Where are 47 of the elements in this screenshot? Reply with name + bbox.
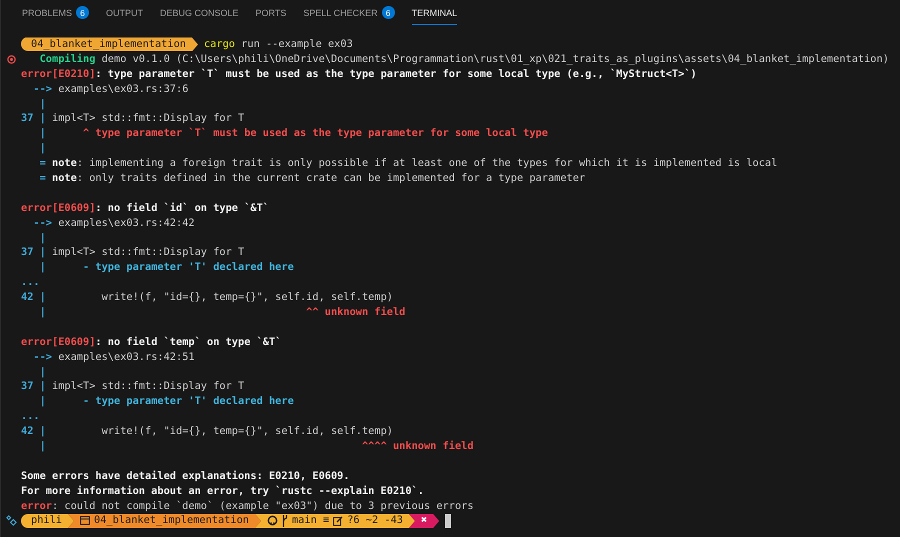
terminal-line: Some errors have detailed explanations: E0210, E0609. xyxy=(21,468,350,484)
branch-icon xyxy=(282,514,288,527)
terminal-line: = note: implementing a foreign trait is only possible if at least one of the types for which it is implemented is local xyxy=(38,156,778,172)
folder-icon xyxy=(80,516,90,526)
text-cursor xyxy=(445,514,452,528)
count-badge: 6 xyxy=(382,6,395,19)
branch-name: main ≡ xyxy=(292,513,330,528)
terminal-line: --> examples\ex03.rs:42:42 xyxy=(32,216,195,231)
terminal-line: | - type parameter 'T' declared here xyxy=(38,394,294,410)
panel-tab[interactable]: DEBUG CONSOLE xyxy=(160,0,239,25)
terminal-line: ... xyxy=(21,409,40,424)
panel-tab[interactable]: PORTS xyxy=(256,0,286,25)
terminal-line: error[E0609]: no field `temp` on type `&T` xyxy=(21,334,282,350)
terminal-line: error[E0609]: no field `id` on type `&T` xyxy=(21,200,269,216)
prompt-folder: 04_blanket_implementation xyxy=(68,514,261,528)
sparkle-icon xyxy=(6,515,16,526)
terminal-line: | xyxy=(38,230,46,246)
terminal-line: Compiling demo v0.1.0 (C:\Users\phili\OneDrive\Documents\Programmation\rust\01_xp\021_traits_as_plugins\assets\04_blanket_implementation) xyxy=(38,52,889,67)
terminal-line: | - type parameter 'T' declared here xyxy=(38,260,294,276)
edit-icon xyxy=(333,516,344,526)
terminal-line: For more information about an error, try `rustc --explain E0210`. xyxy=(21,484,424,499)
prompt-user: phili xyxy=(21,514,74,528)
panel-tab[interactable]: TERMINAL xyxy=(412,0,458,25)
terminal-line: error[E0210]: type parameter `T` must be used as the type parameter for some local type (e.g., `MyStruct<T>`) xyxy=(21,66,697,82)
change-counts: ?6 ~2 -43 xyxy=(347,513,403,528)
terminal-line: | xyxy=(38,364,46,380)
terminal-line: 42 | write!(f, "id={}, temp={}", self.id, self.temp) xyxy=(21,424,393,440)
terminal-line: | ^^^^ unknown field xyxy=(38,439,474,454)
terminal-line: 37 | impl<T> std::fmt::Display for T xyxy=(21,379,244,394)
panel-tab[interactable]: OUTPUT xyxy=(106,0,144,25)
terminal-line: --> examples\ex03.rs:37:6 xyxy=(32,82,188,97)
terminal-line: | xyxy=(38,141,46,156)
terminal-line: = note: only traits defined in the current crate can be implemented for a type parameter xyxy=(38,171,586,186)
terminal-line: | ^ type parameter `T` must be used as the type parameter for some local type xyxy=(38,126,548,142)
terminal-line: ... xyxy=(21,275,40,290)
terminal-line: 37 | impl<T> std::fmt::Display for T xyxy=(21,245,244,260)
terminal-line: 42 | write!(f, "id={}, temp={}", self.id, self.temp) xyxy=(21,290,393,306)
panel-tab[interactable]: PROBLEMS 6 xyxy=(22,0,90,25)
terminal-line: --> examples\ex03.rs:42:51 xyxy=(32,350,195,365)
panel-tab[interactable]: SPELL CHECKER 6 xyxy=(303,0,395,25)
terminal-line: error: could not compile `demo` (example "ex03") due to 3 previous errors xyxy=(21,498,474,514)
terminal-line: 37 | impl<T> std::fmt::Display for T xyxy=(21,111,244,126)
terminal-line: | xyxy=(38,96,46,112)
command-text: cargo run --example ex03 xyxy=(204,37,353,52)
terminal-line: | ^^ unknown field xyxy=(38,305,406,320)
count-badge: 6 xyxy=(76,6,90,19)
prompt-path: 04_blanket_implementation xyxy=(21,37,198,52)
